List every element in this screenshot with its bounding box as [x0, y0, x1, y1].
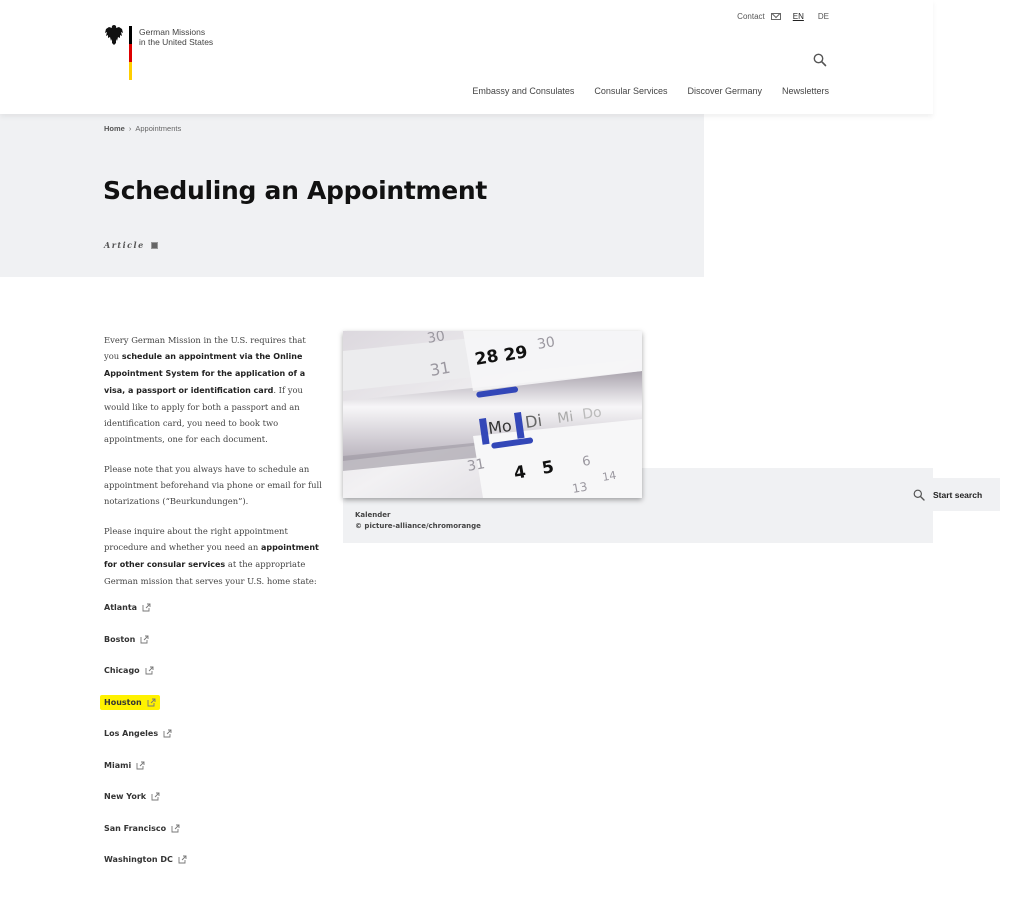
external-link-icon — [140, 635, 149, 643]
page-hero: Home › Appointments Scheduling an Appointm… — [0, 114, 704, 277]
external-link-icon — [147, 698, 156, 706]
language-en-link[interactable]: EN — [793, 12, 804, 21]
external-link-icon — [171, 824, 180, 832]
svg-text:29: 29 — [502, 342, 529, 366]
svg-text:30: 30 — [536, 334, 556, 353]
caption-title: Kalender — [355, 511, 391, 519]
paragraph-inquire: Please inquire about the right appointme… — [104, 526, 319, 586]
svg-text:28: 28 — [473, 346, 500, 370]
link-miami[interactable]: Miami — [104, 760, 145, 771]
page-title: Scheduling an Appointment — [103, 176, 488, 205]
svg-text:14: 14 — [601, 469, 617, 484]
list-item: Boston — [104, 634, 187, 666]
external-link-icon — [163, 729, 172, 738]
list-item: Houston — [100, 694, 187, 729]
link-houston[interactable]: Houston — [100, 694, 160, 710]
external-link-icon — [136, 761, 145, 769]
contact-link[interactable]: Contact — [737, 12, 765, 21]
mission-links-list: Atlanta Boston Chicago Houston Los Angel… — [100, 602, 187, 886]
article-type-icon — [150, 241, 158, 249]
list-item: Washington DC — [104, 854, 187, 886]
svg-text:31: 31 — [466, 456, 486, 475]
nav-embassy-and-consulates[interactable]: Embassy and Consulates — [472, 86, 574, 96]
list-item: Los Angeles — [104, 728, 187, 760]
link-washington-dc[interactable]: Washington DC — [104, 854, 187, 865]
external-link-icon — [178, 855, 187, 864]
link-chicago[interactable]: Chicago — [104, 665, 154, 676]
list-item: New York — [104, 791, 187, 823]
link-new-york[interactable]: New York — [104, 791, 160, 802]
breadcrumb-separator: › — [128, 124, 132, 133]
start-search-label: Start search — [933, 489, 983, 500]
logo-text: German Missions in the United States — [139, 27, 213, 47]
calendar-image[interactable]: 28 29 4 5 31 30 30 31 6 13 14 Mo Di Mi D… — [343, 331, 642, 498]
svg-text:13: 13 — [571, 480, 588, 496]
list-item: Chicago — [104, 665, 187, 697]
breadcrumb-current: Appointments — [135, 124, 182, 133]
svg-text:Do: Do — [581, 404, 602, 423]
logo-line-2: in the United States — [139, 37, 214, 47]
main-nav: Embassy and Consulates Consular Services… — [472, 86, 829, 96]
mail-icon[interactable] — [770, 13, 781, 20]
federal-eagle-icon — [104, 24, 124, 46]
document-type-label: Article — [104, 240, 145, 250]
paragraph-notarizations: Please note that you always have to sche… — [104, 464, 322, 506]
list-item: San Francisco — [104, 823, 187, 855]
list-item: Miami — [104, 760, 187, 792]
nav-discover-germany[interactable]: Discover Germany — [687, 86, 762, 96]
meta-nav: Contact EN DE — [737, 12, 829, 21]
search-icon[interactable] — [813, 52, 827, 67]
link-los-angeles[interactable]: Los Angeles — [104, 728, 172, 739]
svg-text:Mo: Mo — [487, 416, 513, 438]
svg-text:31: 31 — [428, 358, 451, 380]
link-san-francisco[interactable]: San Francisco — [104, 823, 180, 834]
list-item: Atlanta — [104, 602, 187, 634]
nav-newsletters[interactable]: Newsletters — [782, 86, 829, 96]
search-icon — [913, 489, 925, 501]
caption-credit: © picture-alliance/chromorange — [355, 522, 481, 530]
svg-text:Mi: Mi — [556, 409, 574, 427]
flag-bar — [129, 26, 132, 80]
external-link-icon — [151, 792, 160, 801]
figure-caption: Kalender © picture-alliance/chromorange — [355, 510, 481, 532]
link-boston[interactable]: Boston — [104, 634, 149, 645]
breadcrumb: Home › Appointments — [104, 124, 181, 133]
link-atlanta[interactable]: Atlanta — [104, 602, 151, 613]
language-de-link[interactable]: DE — [818, 12, 829, 21]
svg-text:Di: Di — [524, 411, 543, 432]
nav-consular-services[interactable]: Consular Services — [594, 86, 667, 96]
start-search-button[interactable]: Start search — [903, 478, 1000, 511]
article-body: Every German Mission in the U.S. require… — [104, 332, 384, 603]
site-header: German Missions in the United States Con… — [0, 0, 933, 114]
paragraph-intro: Every German Mission in the U.S. require… — [104, 335, 306, 444]
logo-line-1: German Missions — [139, 27, 206, 37]
breadcrumb-home[interactable]: Home — [104, 124, 125, 133]
site-logo[interactable]: German Missions in the United States — [104, 24, 213, 80]
document-type: Article — [104, 240, 158, 250]
external-link-icon — [145, 666, 154, 675]
external-link-icon — [142, 603, 151, 612]
